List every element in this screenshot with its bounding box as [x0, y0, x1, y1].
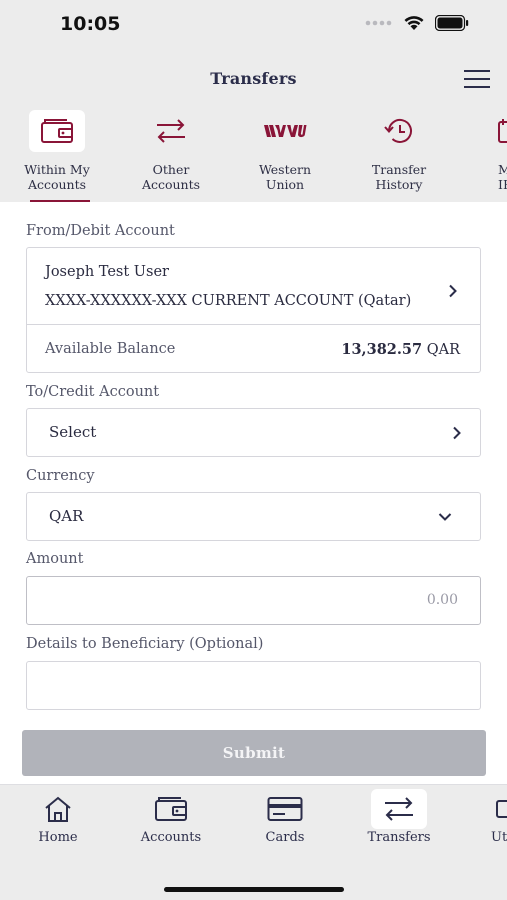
nav-label: Accounts: [140, 830, 202, 845]
calendar-icon: [498, 119, 507, 143]
nav-label: Home: [38, 830, 78, 845]
wallet-icon: [155, 797, 187, 821]
history-clock-icon: [384, 118, 412, 143]
from-account-card[interactable]: Joseph Test User XXXX-XXXXXX-XXX CURRENT…: [26, 247, 481, 373]
details-label: Details to Beneficiary (Optional): [26, 636, 264, 652]
tab-label: Transfer History: [371, 162, 427, 192]
tab-western-union[interactable]: Western Union: [230, 106, 340, 202]
nav-cards[interactable]: Cards: [235, 785, 335, 855]
amount-input[interactable]: 0.00: [26, 576, 481, 625]
nav-home[interactable]: Home: [8, 785, 108, 855]
swap-arrows-icon: [157, 119, 185, 143]
chevron-down-icon: [438, 513, 452, 521]
nav-bar: Transfers: [0, 60, 507, 100]
submit-button[interactable]: Submit: [22, 730, 486, 776]
tab-label: Within My Accounts: [24, 162, 90, 192]
currency-value: QAR: [49, 507, 84, 525]
from-account-label: From/Debit Account: [26, 223, 175, 239]
hamburger-menu-icon: [464, 70, 490, 88]
status-time: 10:05: [60, 13, 121, 35]
home-indicator: [164, 887, 344, 892]
account-holder-name: Joseph Test User: [45, 264, 169, 280]
nav-label: Cards: [265, 830, 305, 845]
to-account-label: To/Credit Account: [26, 384, 160, 400]
balance-amount: 13,382.57: [341, 341, 423, 358]
tab-transfer-history[interactable]: Transfer History: [344, 106, 454, 202]
nav-label: Transfers: [367, 830, 431, 845]
home-icon: [45, 796, 71, 822]
to-account-value: Select: [49, 423, 97, 441]
nav-transfers[interactable]: Transfers: [349, 785, 449, 855]
bottom-navigation: Home Accounts Cards Transfers Ut: [0, 784, 507, 900]
available-balance-label: Available Balance: [45, 341, 176, 357]
battery-icon: [435, 14, 469, 31]
to-account-select[interactable]: Select: [26, 408, 481, 457]
chevron-right-icon: [453, 426, 461, 440]
currency-label: Currency: [26, 468, 95, 484]
transfer-form: From/Debit Account Joseph Test User XXXX…: [0, 202, 507, 784]
transfer-type-tabs: Within My Accounts Other Accounts Wester…: [0, 106, 507, 202]
currency-dropdown[interactable]: QAR: [26, 492, 481, 541]
account-number: XXXX-XXXXXX-XXX CURRENT ACCOUNT (Qatar): [45, 293, 412, 309]
nav-label: Ut: [491, 830, 507, 845]
tab-label: M IB: [498, 162, 507, 192]
status-icons: [365, 14, 469, 31]
transfer-arrows-icon: [385, 797, 413, 821]
available-balance-value: 13,382.57 QAR: [341, 341, 460, 358]
tab-other-accounts[interactable]: Other Accounts: [116, 106, 226, 202]
signal-dots-icon: [365, 20, 392, 25]
nav-partial-next[interactable]: Ut: [463, 785, 507, 855]
tab-within-my-accounts[interactable]: Within My Accounts: [2, 106, 112, 202]
balance-currency: QAR: [426, 342, 460, 358]
chevron-right-icon: [449, 284, 457, 298]
tab-label: Other Accounts: [141, 162, 201, 192]
card-icon: [267, 797, 303, 821]
card-divider: [27, 324, 480, 325]
nav-accounts[interactable]: Accounts: [121, 785, 221, 855]
utilities-icon: [496, 800, 507, 818]
page-title: Transfers: [210, 69, 297, 88]
tab-partial-next[interactable]: M IB: [458, 106, 507, 202]
details-input[interactable]: [26, 661, 481, 710]
wallet-icon: [41, 119, 73, 143]
status-bar: 10:05: [0, 0, 507, 52]
western-union-logo: [264, 125, 307, 138]
wifi-icon: [404, 16, 424, 30]
amount-placeholder: 0.00: [426, 592, 458, 608]
amount-label: Amount: [26, 551, 84, 567]
tab-label: Western Union: [258, 162, 312, 192]
menu-button[interactable]: [464, 69, 490, 89]
